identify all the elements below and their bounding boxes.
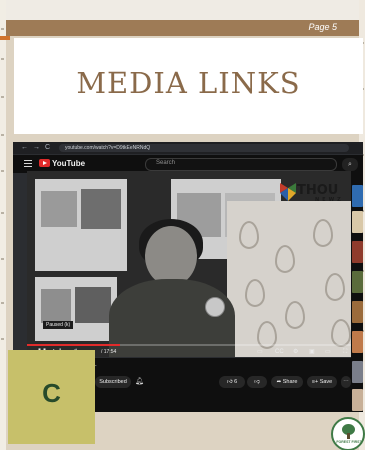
search-placeholder: Search bbox=[156, 160, 176, 166]
forward-icon[interactable]: → bbox=[33, 144, 40, 152]
slide: Page 5 MEDIA LINKS ← → C youtube.com/wat… bbox=[0, 0, 365, 450]
recommendation-thumb[interactable] bbox=[352, 211, 363, 233]
tree-trunk bbox=[347, 433, 350, 439]
recommendation-thumb[interactable] bbox=[352, 241, 363, 263]
page-header-band: Page 5 bbox=[6, 20, 359, 36]
fullscreen-icon[interactable]: ⛶ bbox=[343, 347, 347, 357]
save-label: Save bbox=[319, 379, 333, 385]
captions-icon[interactable]: CC bbox=[275, 347, 284, 357]
recommendation-thumb[interactable] bbox=[352, 185, 363, 207]
search-input[interactable]: Search bbox=[145, 158, 337, 171]
progress-bar[interactable] bbox=[27, 344, 360, 346]
settings-icon[interactable]: ⚙ bbox=[293, 347, 298, 357]
page-number: Page 5 bbox=[308, 22, 337, 32]
page-title: MEDIA LINKS bbox=[76, 66, 301, 100]
like-count: 6 bbox=[234, 379, 238, 385]
chapters-icon[interactable]: ▭ bbox=[257, 347, 263, 357]
title-card: MEDIA LINKS bbox=[14, 38, 363, 134]
thumbs-down-icon: 👎︎ bbox=[254, 379, 260, 385]
save-button[interactable]: ≡+ Save bbox=[307, 376, 337, 388]
patterned-wall bbox=[227, 201, 360, 357]
recommendation-thumb[interactable] bbox=[352, 331, 363, 353]
poster-image bbox=[81, 189, 121, 229]
more-icon[interactable]: ⋯ bbox=[341, 376, 351, 388]
recommendation-thumb[interactable] bbox=[352, 301, 363, 323]
adjacent-slide-left bbox=[0, 0, 6, 450]
time-display: / 17:54 bbox=[101, 349, 117, 355]
like-button[interactable]: 👍︎ 6 bbox=[219, 376, 245, 388]
thumbs-up-icon: 👍︎ bbox=[226, 379, 233, 385]
browser-toolbar: ← → C youtube.com/watch?v=D9tkEeNRNdQ bbox=[13, 142, 363, 154]
brand-thou: THOU bbox=[297, 183, 339, 198]
share-icon: ➦ bbox=[276, 379, 282, 385]
reload-icon[interactable]: C bbox=[45, 144, 50, 152]
recommendations-sidebar bbox=[351, 171, 363, 412]
youtube-brand: YouTube bbox=[52, 159, 86, 168]
accent-bar bbox=[0, 36, 10, 40]
forest-first-logo: FOREST FIRST bbox=[331, 417, 365, 450]
shirt-badge-icon bbox=[205, 297, 225, 317]
progress-fill bbox=[27, 344, 121, 346]
poster-image bbox=[41, 191, 77, 227]
recommendation-thumb[interactable] bbox=[352, 361, 363, 383]
bottom-strip bbox=[6, 444, 359, 450]
pause-tooltip: Paused (k) bbox=[43, 321, 74, 329]
share-button[interactable]: ➦ Share bbox=[271, 376, 303, 388]
letter-badge: C bbox=[8, 350, 95, 444]
presenter-face bbox=[145, 226, 197, 286]
search-icon[interactable]: ⌕ bbox=[342, 158, 358, 171]
bell-icon[interactable]: 🔔︎ bbox=[135, 377, 144, 385]
badge-letter: C bbox=[42, 378, 61, 408]
miniplayer-icon[interactable]: ▣ bbox=[309, 347, 315, 357]
poster-image bbox=[41, 289, 71, 323]
menu-icon[interactable] bbox=[24, 160, 32, 167]
video-player[interactable]: THOU NEWZ Paused (k) ❚❚ ▶❙ ◀) / 17:54 ▭ … bbox=[27, 171, 360, 357]
thou-newz-logo-icon bbox=[280, 183, 296, 201]
brand-newz: NEWZ bbox=[315, 197, 344, 203]
poster-image bbox=[75, 287, 111, 323]
top-band bbox=[6, 0, 359, 20]
subscribed-button[interactable]: Subscribed bbox=[95, 376, 131, 388]
youtube-logo-icon[interactable] bbox=[39, 159, 50, 167]
address-bar[interactable]: youtube.com/watch?v=D9tkEeNRNdQ bbox=[59, 144, 349, 152]
back-icon[interactable]: ← bbox=[21, 144, 28, 152]
save-icon: ≡+ bbox=[311, 379, 319, 385]
dislike-button[interactable]: 👎︎ bbox=[247, 376, 267, 388]
recommendation-thumb[interactable] bbox=[352, 271, 363, 293]
recommendation-thumb[interactable] bbox=[352, 389, 363, 411]
theater-icon[interactable]: ▭ bbox=[325, 347, 331, 357]
logo-text: FOREST FIRST bbox=[336, 440, 362, 444]
share-label: Share bbox=[282, 379, 298, 385]
